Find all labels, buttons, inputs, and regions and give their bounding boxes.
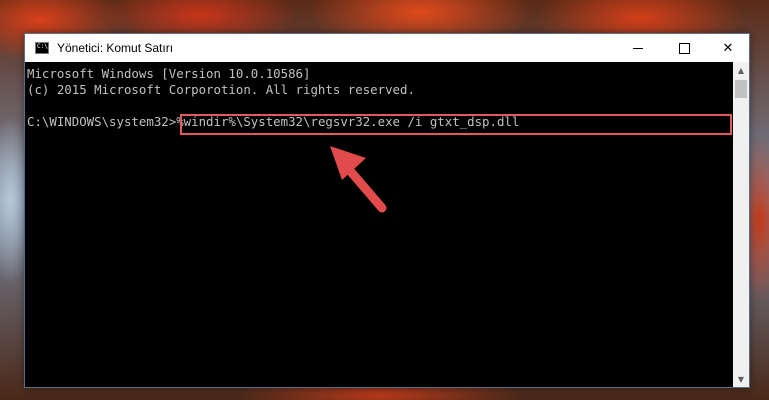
version-line: Microsoft Windows [Version 10.0.10586] — [27, 66, 311, 81]
console-output[interactable]: Microsoft Windows [Version 10.0.10586] (… — [25, 62, 733, 387]
scroll-down-button[interactable]: ▼ — [733, 371, 749, 387]
title-bar[interactable]: C:\ Yönetici: Komut Satırı ✕ — [25, 34, 749, 62]
app-icon-glyph: C:\ — [37, 43, 48, 50]
arrow-pointer-icon — [330, 146, 387, 213]
maximize-icon — [678, 42, 690, 54]
prompt-text: C:\WINDOWS\system32> — [27, 114, 177, 129]
minimize-button[interactable] — [615, 34, 661, 62]
minimize-icon — [633, 47, 643, 49]
close-icon: ✕ — [722, 40, 734, 56]
copyright-line: (c) 2015 Microsoft Corporotion. All righ… — [27, 82, 415, 97]
scroll-up-icon: ▲ — [737, 65, 745, 75]
scroll-up-button[interactable]: ▲ — [733, 62, 749, 78]
vertical-scrollbar[interactable]: ▲ ▼ — [733, 62, 749, 387]
scroll-down-icon: ▼ — [737, 374, 745, 384]
maximize-button[interactable] — [661, 34, 707, 62]
scroll-thumb[interactable] — [735, 80, 747, 98]
close-button[interactable]: ✕ — [705, 34, 751, 62]
console-app-icon[interactable]: C:\ — [35, 42, 49, 54]
window-title: Yönetici: Komut Satırı — [57, 41, 174, 55]
command-highlight-box — [180, 114, 732, 135]
